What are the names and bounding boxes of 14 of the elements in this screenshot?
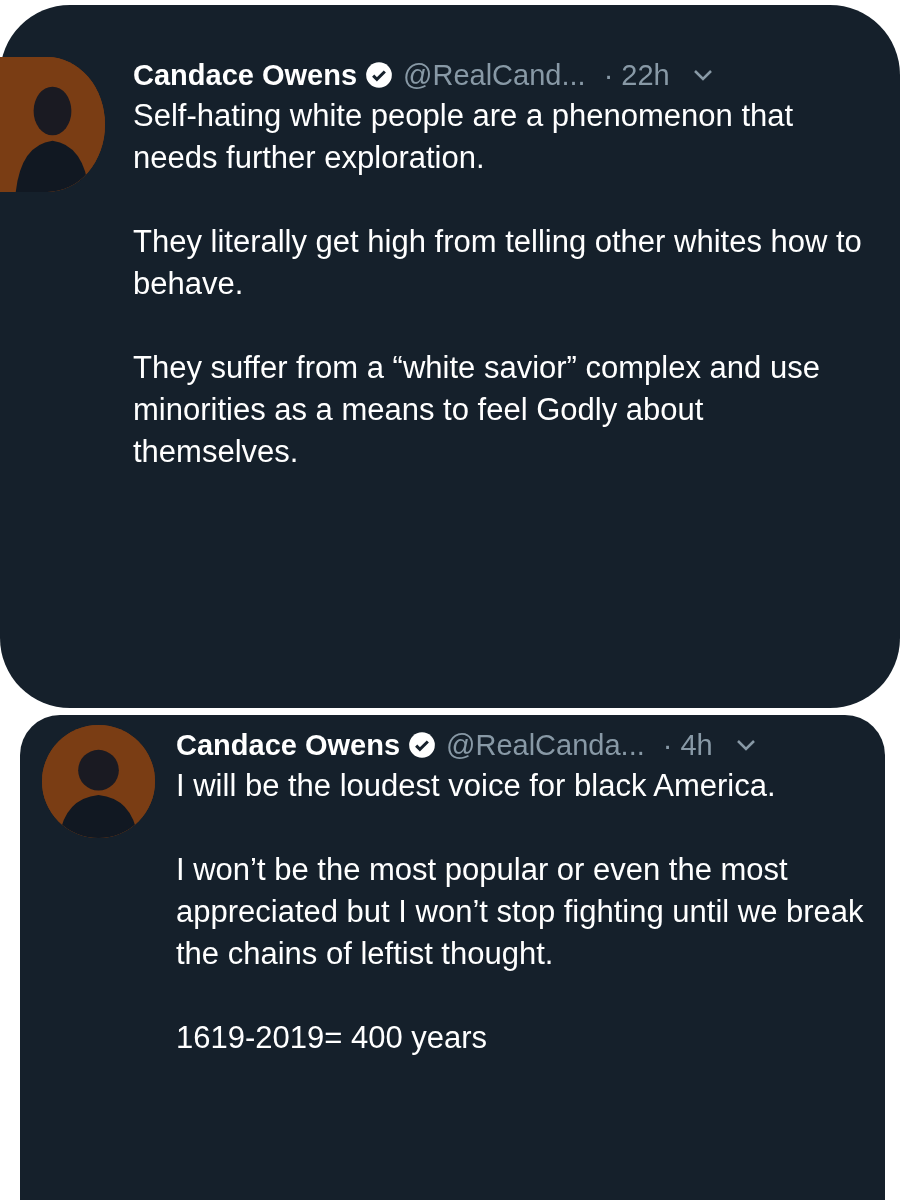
tweet-text: I will be the loudest voice for black America. <box>176 767 777 805</box>
tweet-text: I won’t be the most popular or even the most appreciated but I won’t stop fighting until we break the chains of leftist thought. <box>176 851 865 973</box>
tweet-text: Self-hating white people are a phenomenon that needs further exploration. <box>133 97 795 177</box>
user-handle[interactable]: @RealCanda... <box>446 728 645 762</box>
tweet-text: They literally get high from telling other whites how to behave. <box>133 223 863 303</box>
chevron-down-icon[interactable] <box>734 738 757 752</box>
tweet-text: They suffer from a “white savior” complex and use minorities as a means to feel Godly about themselves. <box>133 349 821 471</box>
chevron-down-icon[interactable] <box>691 68 714 82</box>
timestamp: · 4h <box>662 728 713 762</box>
timestamp: · 22h <box>603 58 670 92</box>
user-name[interactable]: Candace Owens <box>176 728 401 762</box>
tweet-text: 1619-2019= 400 years <box>176 1019 489 1057</box>
user-name[interactable]: Candace Owens <box>133 58 358 92</box>
user-handle[interactable]: @RealCand... <box>403 58 586 92</box>
